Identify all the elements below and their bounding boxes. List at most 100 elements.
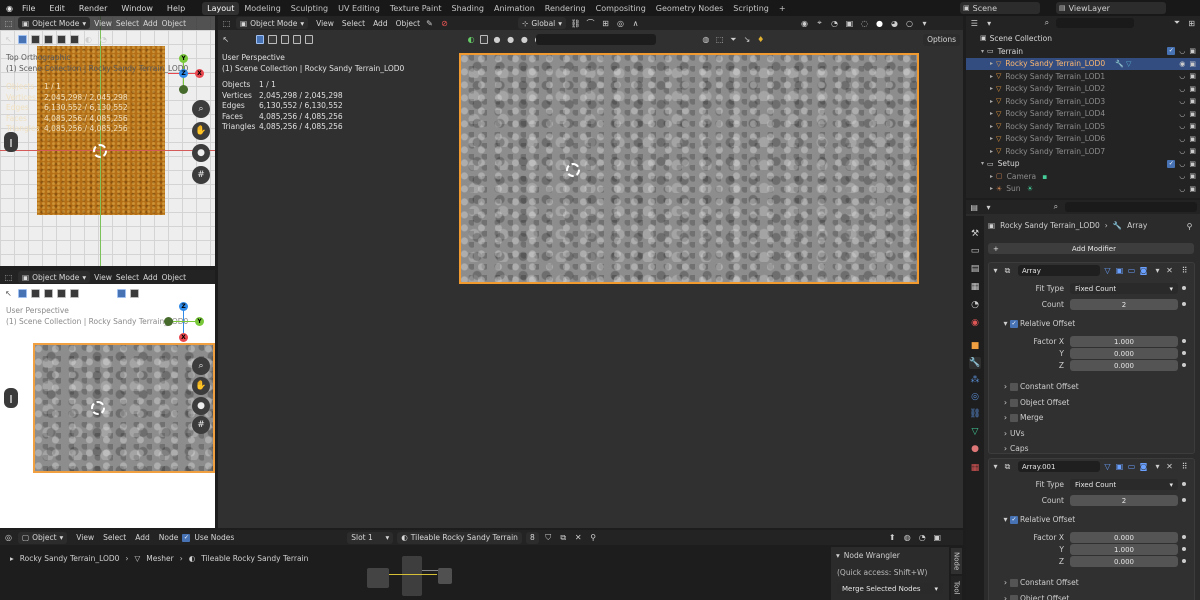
sidebar-toggle-icon[interactable]: ‖ xyxy=(4,132,18,152)
snap-icon[interactable]: ⌒ xyxy=(585,18,596,29)
count-field[interactable]: 2 xyxy=(1070,495,1178,506)
duplicate-icon[interactable]: ⧉ xyxy=(558,532,569,543)
viewport-shading-icon[interactable] xyxy=(117,288,126,298)
scene-selector[interactable]: ▣ Scene xyxy=(960,2,1040,14)
add-workspace-button[interactable]: + xyxy=(774,2,791,15)
material-selector[interactable]: ◐ Tileable Rocky Sandy Terrain xyxy=(397,531,522,544)
outliner-row[interactable]: ▾ ▭ Terrain ✓ ◡ ▣ xyxy=(966,45,1200,58)
select-mode-subtract-icon[interactable] xyxy=(44,288,53,298)
close-icon[interactable]: ✕ xyxy=(573,532,584,543)
collapse-chevron-icon[interactable]: ▸ xyxy=(990,123,993,130)
navigation-gizmo[interactable]: Y X Z xyxy=(164,54,204,94)
count-field[interactable]: 2 xyxy=(1070,299,1178,310)
collapse-chevron-icon[interactable]: ▸ xyxy=(990,73,993,80)
zoom-icon[interactable]: ⌕ xyxy=(192,100,210,118)
menu-help[interactable]: Help xyxy=(160,4,192,13)
render-toggle-icon[interactable]: ◙ xyxy=(1138,265,1149,276)
fit-type-dropdown[interactable]: Fixed Count ▾ xyxy=(1070,479,1178,490)
menu-add[interactable]: Add xyxy=(143,19,158,28)
select-mode-invert-icon[interactable] xyxy=(57,288,66,298)
exclude-checkbox[interactable]: ✓ xyxy=(1167,47,1176,56)
viewport-shading-icon[interactable]: ◐ xyxy=(83,34,94,45)
menu-object[interactable]: Object xyxy=(162,273,186,282)
on-cage-toggle-icon[interactable]: ▣ xyxy=(1114,461,1125,472)
snap-icon[interactable]: ◍ xyxy=(902,532,913,543)
disable-icon[interactable]: ⊘ xyxy=(439,18,450,29)
add-modifier-button[interactable]: + Add Modifier xyxy=(988,243,1194,254)
mode-dropdown[interactable]: ▣ Object Mode ▾ xyxy=(18,271,91,283)
collapse-chevron-icon[interactable]: ▸ xyxy=(990,185,993,192)
select-mode-extend-icon[interactable] xyxy=(31,34,40,44)
exclude-checkbox[interactable]: ✓ xyxy=(1167,159,1176,168)
outliner-row[interactable]: ▸ ▢ Camera ▪ ◡ ▣ xyxy=(966,170,1200,183)
menu-object[interactable]: Object xyxy=(162,19,186,28)
visibility-eye-icon[interactable]: ◡ xyxy=(1179,185,1185,193)
factor-field[interactable]: 1.000 xyxy=(1070,544,1178,555)
pan-hand-icon[interactable]: ✋ xyxy=(192,377,210,395)
visibility-eye-icon[interactable]: ◡ xyxy=(1179,160,1185,168)
render-camera-icon[interactable]: ▣ xyxy=(1189,85,1196,93)
node-wrangler-title[interactable]: Node Wrangler xyxy=(844,551,900,560)
parent-node-icon[interactable]: ⬆ xyxy=(887,532,898,543)
tab-modeling[interactable]: Modeling xyxy=(239,2,285,15)
render-camera-icon[interactable]: ▣ xyxy=(1189,110,1196,118)
keyframe-dot-icon[interactable] xyxy=(1182,498,1186,502)
render-camera-icon[interactable]: ▣ xyxy=(1189,47,1196,55)
visibility-eye-icon[interactable]: ◡ xyxy=(1179,47,1185,55)
view-layer-selector[interactable]: ▤ ViewLayer xyxy=(1056,2,1166,14)
tab-sculpting[interactable]: Sculpting xyxy=(286,2,333,15)
outliner-row[interactable]: ▸ ▽ Rocky Sandy Terrain_LOD5 ◡ ▣ xyxy=(966,120,1200,133)
menu-view[interactable]: View xyxy=(316,19,334,28)
viewport-perspective-small[interactable]: User Perspective (1) Scene Collection | … xyxy=(0,270,215,528)
drag-handle-icon[interactable]: ⠿ xyxy=(1179,461,1190,472)
keyframe-dot-icon[interactable] xyxy=(1182,559,1186,563)
select-tool-icon[interactable]: ↖ xyxy=(221,34,231,45)
particles-tab-icon[interactable]: ⁂ xyxy=(969,374,981,386)
delete-modifier-icon[interactable]: ✕ xyxy=(1164,265,1175,276)
pivot-point-icon[interactable]: ⛓ xyxy=(570,18,581,29)
physics-tab-icon[interactable]: ◎ xyxy=(969,391,981,403)
edit-mode-toggle-icon[interactable]: ▽ xyxy=(1102,265,1113,276)
gizmo-x-axis[interactable]: X xyxy=(195,69,204,78)
menu-view[interactable]: View xyxy=(94,273,112,282)
visibility-eye-icon[interactable]: ◡ xyxy=(1179,122,1185,130)
menu-select[interactable]: Select xyxy=(103,533,126,542)
world-tab-icon[interactable]: ◉ xyxy=(969,317,981,329)
outline-icon[interactable]: ⬚ xyxy=(715,34,725,45)
constraints-tab-icon[interactable]: ⛓ xyxy=(969,408,981,420)
keyframe-dot-icon[interactable] xyxy=(1182,302,1186,306)
outliner-row[interactable]: ▸ ▽ Rocky Sandy Terrain_LOD3 ◡ ▣ xyxy=(966,95,1200,108)
sphere-icon[interactable]: ● xyxy=(492,34,502,45)
menu-select[interactable]: Select xyxy=(116,273,139,282)
dropdown-menu-icon[interactable]: ▾ xyxy=(1152,265,1163,276)
material-users-count[interactable]: 8 xyxy=(525,531,539,544)
select-mode-intersect-icon[interactable] xyxy=(70,34,79,44)
texture-tab-icon[interactable]: ▦ xyxy=(969,462,981,474)
menu-select[interactable]: Select xyxy=(342,19,365,28)
modifier-name-field[interactable]: Array xyxy=(1018,265,1100,276)
gizmo-y-axis[interactable]: Y xyxy=(195,317,204,326)
blender-logo-icon[interactable]: ◉ xyxy=(4,3,15,14)
menu-window[interactable]: Window xyxy=(114,4,160,13)
visibility-eye-icon[interactable]: ◡ xyxy=(1179,147,1185,155)
collapse-chevron-icon[interactable]: ▸ xyxy=(990,110,993,117)
merge-selected-nodes-dropdown[interactable]: Merge Selected Nodes ▾ xyxy=(837,583,943,594)
select-mode-extend-icon[interactable] xyxy=(268,35,277,44)
gizmo-y-axis[interactable]: Y xyxy=(179,54,188,63)
gizmo-neg-y[interactable] xyxy=(164,317,173,326)
overlay-icon[interactable]: ◔ xyxy=(98,34,109,45)
visibility-eye-icon[interactable]: ◡ xyxy=(1179,72,1185,80)
collapse-chevron-icon[interactable]: ▾ xyxy=(990,461,1001,472)
search-icon[interactable]: ⌕ xyxy=(1042,18,1053,29)
zoom-icon[interactable]: ⌕ xyxy=(192,357,210,375)
collapse-chevron-icon[interactable]: ▸ xyxy=(990,148,993,155)
render-camera-icon[interactable]: ▣ xyxy=(1189,185,1196,193)
select-mode-new-icon[interactable] xyxy=(18,34,27,44)
arrow-icon[interactable]: ↘ xyxy=(742,34,752,45)
display-mode-icon[interactable]: ▾ xyxy=(983,202,993,213)
material-shading-icon[interactable]: ◕ xyxy=(889,18,900,29)
menu-select[interactable]: Select xyxy=(116,19,139,28)
keyframe-dot-icon[interactable] xyxy=(1182,339,1186,343)
outliner-row[interactable]: ▸ ▽ Rocky Sandy Terrain_LOD7 ◡ ▣ xyxy=(966,145,1200,158)
realtime-toggle-icon[interactable]: ▭ xyxy=(1126,461,1137,472)
